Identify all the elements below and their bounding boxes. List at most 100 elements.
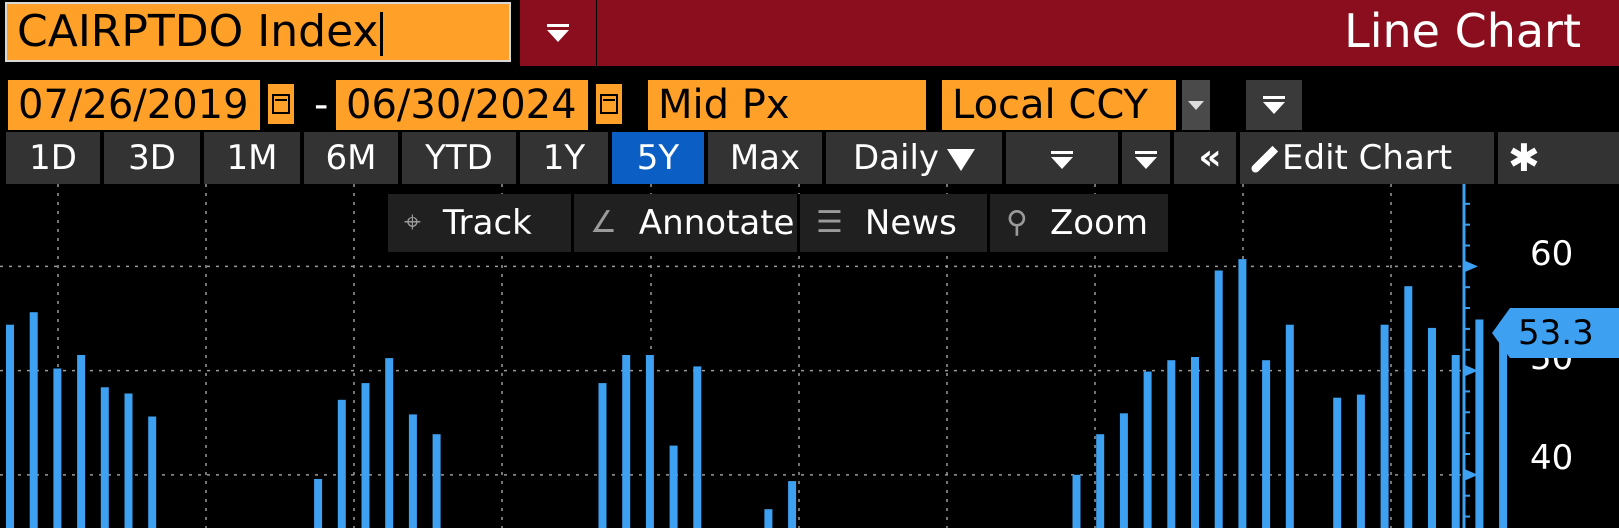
data-bar (1262, 360, 1271, 528)
data-bar (693, 366, 702, 528)
data-bar (1119, 413, 1128, 528)
data-bar (337, 399, 346, 528)
filter-icon (1263, 96, 1285, 114)
news-label: News (864, 203, 957, 243)
period-ytd[interactable]: YTD (402, 132, 516, 184)
data-bar (1143, 371, 1152, 528)
date-separator: - (314, 82, 329, 128)
period-toolbar: 1D 3D 1M 6M YTD 1Y 5Y Max Daily « Edit C… (0, 132, 1619, 184)
period-1y-label: 1Y (542, 138, 586, 178)
chart-filter-button-1[interactable] (1006, 132, 1118, 184)
price-field-select[interactable]: Mid Px (648, 80, 926, 130)
data-bar (1238, 259, 1247, 528)
start-date-calendar-button[interactable] (268, 84, 294, 124)
data-bar (77, 355, 86, 528)
data-bar (1475, 319, 1484, 528)
filter-icon (1135, 150, 1157, 169)
data-bar (1285, 324, 1294, 528)
period-max-label: Max (729, 138, 801, 178)
start-date-text: 07/26/2019 (18, 82, 249, 128)
gear-icon: ✱ (1508, 136, 1540, 180)
rewind-icon: « (1198, 137, 1221, 178)
currency-select[interactable]: Local CCY (942, 80, 1176, 130)
data-bar (100, 387, 109, 528)
data-bar (645, 355, 654, 528)
function-title-area: Line Chart (597, 0, 1619, 66)
chart-filter-button-2[interactable] (1122, 132, 1170, 184)
period-6m[interactable]: 6M (304, 132, 398, 184)
security-text: CAIRPTDO Index (17, 6, 379, 57)
y-tick-60: 60 (1530, 234, 1574, 274)
news-icon: ☰ (816, 205, 843, 240)
data-bar (788, 481, 797, 528)
data-bar (1167, 360, 1176, 528)
news-tool[interactable]: ☰ News (800, 194, 990, 252)
data-bar (1096, 434, 1105, 528)
security-input[interactable]: CAIRPTDO Index (5, 2, 511, 62)
frequency-select[interactable]: Daily (826, 132, 1002, 184)
currency-dropdown-button[interactable] (1182, 80, 1210, 130)
data-bar (1428, 327, 1436, 528)
end-date-text: 06/30/2024 (346, 82, 577, 128)
zoom-tool[interactable]: ⚲ Zoom (990, 194, 1168, 252)
period-3d[interactable]: 3D (104, 132, 200, 184)
data-bar (1356, 394, 1365, 528)
annotate-icon: ∠ (590, 205, 617, 240)
data-bar (669, 445, 678, 528)
period-1m[interactable]: 1M (204, 132, 300, 184)
data-bar (764, 509, 773, 528)
data-bar (408, 414, 417, 528)
security-menu-button[interactable] (520, 0, 596, 66)
magnifier-icon: ⚲ (1006, 205, 1028, 240)
data-bar (6, 324, 14, 528)
track-label: Track (442, 203, 532, 243)
period-3d-label: 3D (128, 138, 176, 178)
data-bar (598, 383, 607, 528)
start-date-field[interactable]: 07/26/2019 (8, 80, 260, 130)
data-bar (361, 383, 370, 528)
calendar-icon (272, 94, 290, 114)
period-5y[interactable]: 5Y (612, 132, 704, 184)
text-cursor (380, 12, 384, 56)
currency-text: Local CCY (952, 82, 1148, 128)
chart-settings-button[interactable]: ✱ (1498, 132, 1619, 184)
function-title: Line Chart (1344, 4, 1581, 58)
frequency-label: Daily (852, 138, 940, 178)
data-bar (314, 479, 323, 528)
data-bar (1380, 324, 1389, 528)
data-bar (1333, 397, 1342, 528)
data-bar (622, 355, 631, 528)
last-value-tag: 53.3 (1492, 308, 1619, 358)
crosshair-icon: ⌖ (404, 205, 421, 240)
data-bar (29, 312, 38, 528)
data-bar (148, 416, 157, 528)
data-bar (124, 393, 133, 528)
end-date-field[interactable]: 06/30/2024 (336, 80, 588, 130)
annotate-label: Annotate (638, 203, 795, 243)
edit-chart-button[interactable]: Edit Chart (1240, 132, 1494, 184)
period-max[interactable]: Max (708, 132, 822, 184)
edit-chart-label: Edit Chart (1282, 138, 1453, 178)
dropdown-icon (1188, 100, 1204, 110)
data-bar (53, 368, 62, 528)
filter-icon (1051, 150, 1073, 169)
annotate-tool[interactable]: ∠ Annotate (574, 194, 800, 252)
end-date-calendar-button[interactable] (596, 84, 622, 124)
data-bar (1404, 286, 1413, 528)
data-bar (385, 358, 394, 528)
y-tick-40: 40 (1530, 438, 1574, 478)
chevron-down-icon (947, 148, 976, 171)
period-1d[interactable]: 1D (6, 132, 100, 184)
collapse-button[interactable]: « (1174, 132, 1236, 184)
period-1m-label: 1M (226, 138, 278, 178)
track-tool[interactable]: ⌖ Track (388, 194, 574, 252)
pencil-icon (1249, 145, 1279, 174)
filter-icon (547, 24, 569, 42)
settings-filter-button[interactable] (1246, 80, 1302, 130)
period-ytd-label: YTD (425, 138, 493, 178)
period-5y-label: 5Y (636, 138, 680, 178)
last-value-pointer (1492, 308, 1510, 358)
data-bar (1072, 474, 1081, 528)
period-1y[interactable]: 1Y (520, 132, 608, 184)
period-6m-label: 6M (325, 138, 377, 178)
